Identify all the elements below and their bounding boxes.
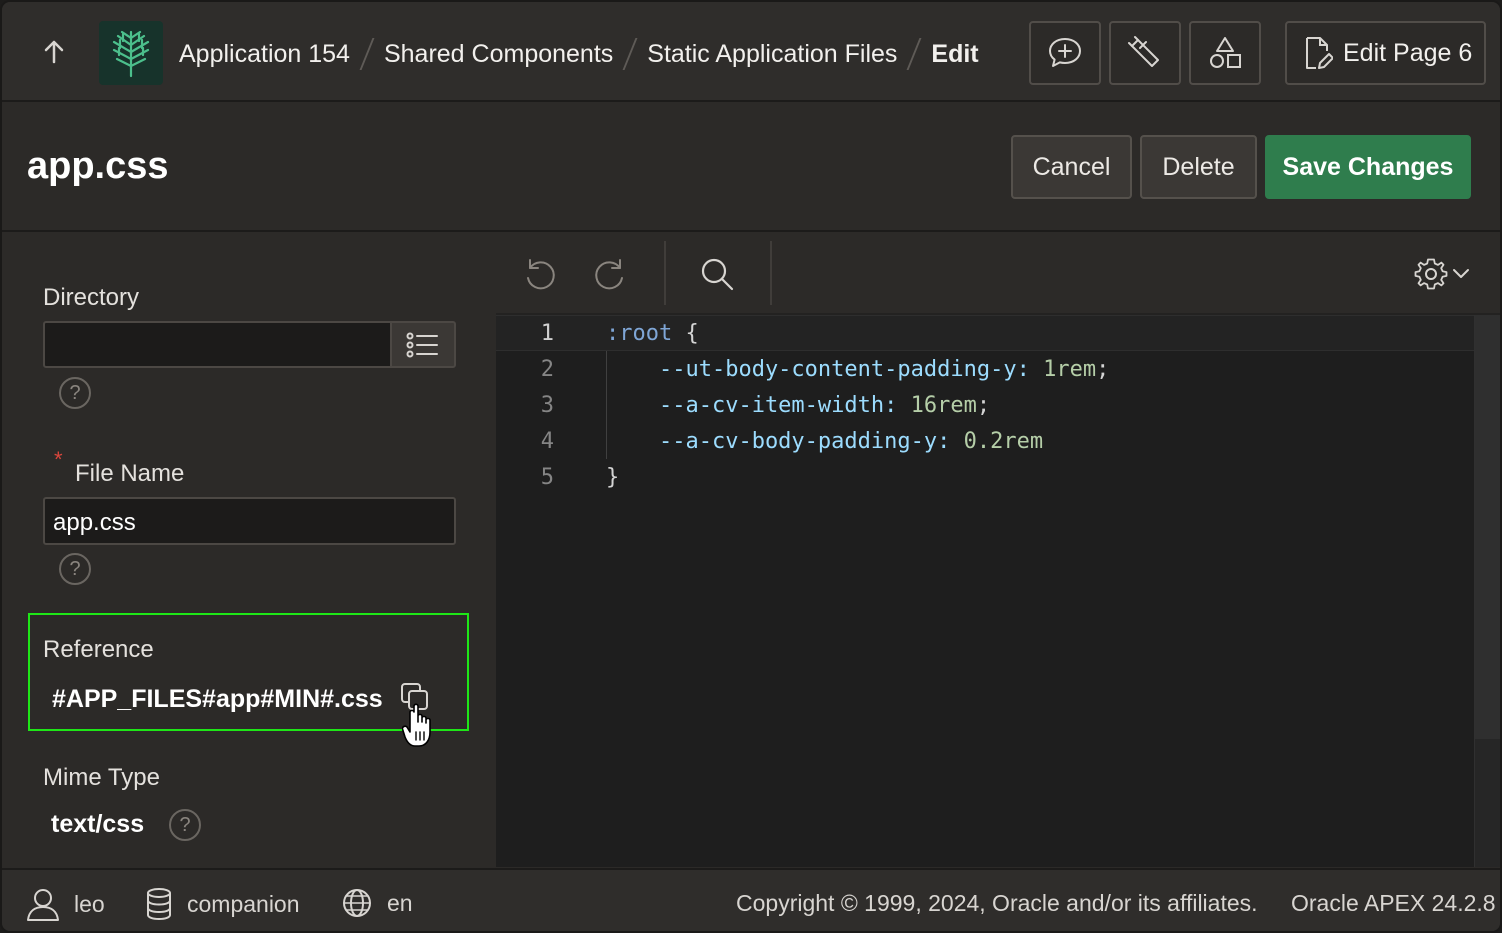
copyright-text: Copyright © 1999, 2024, Oracle and/or it… [736, 890, 1258, 916]
undo-icon [527, 259, 555, 290]
reference-label: Reference [43, 636, 154, 663]
breadcrumb: Application 154 Shared Components Static… [179, 34, 979, 74]
mime-type-value: text/css [51, 810, 145, 838]
line-number: 2 [540, 356, 554, 382]
edit-page-button[interactable]: Edit Page 6 [1285, 21, 1486, 85]
version-text: Oracle APEX 24.2.8 [1291, 890, 1496, 916]
code-token: --a-cv-item-width: [606, 392, 898, 418]
arrow-up-icon [44, 40, 64, 64]
top-navigation-bar: Application 154 Shared Components Static… [2, 2, 1500, 102]
hand-cursor-icon [402, 703, 431, 747]
line-number: 3 [540, 392, 554, 418]
mime-type-help-icon[interactable]: ? [169, 809, 201, 841]
delete-button[interactable]: Delete [1140, 135, 1257, 199]
shared-components-icon [1210, 37, 1241, 68]
code-line[interactable]: 4 --a-cv-body-padding-y: 0.2rem [496, 423, 1474, 459]
code-token: ; [1096, 356, 1110, 382]
footer-language[interactable]: en [341, 887, 413, 919]
editor-toolbar [496, 233, 1500, 315]
find-button[interactable] [692, 251, 742, 297]
code-content-area[interactable]: 1:root {2 --ut-body-content-padding-y: 1… [496, 315, 1500, 867]
directory-help-icon[interactable]: ? [59, 377, 91, 409]
language-code: en [387, 889, 413, 916]
redo-button[interactable] [586, 251, 636, 297]
footer-workspace[interactable]: companion [145, 887, 300, 921]
fern-icon [112, 30, 150, 78]
code-token: ; [976, 392, 991, 418]
add-comment-icon [1049, 38, 1081, 67]
code-text: --ut-body-content-padding-y: 1rem; [606, 357, 1109, 382]
footer-bar: leo companion en Copyright © 1999, 2024,… [2, 868, 1500, 931]
footer-user[interactable]: leo [26, 887, 105, 921]
code-token: --a-cv-body-padding-y: [606, 428, 951, 454]
app-logo[interactable] [99, 21, 163, 85]
database-icon [147, 888, 171, 921]
code-text: --a-cv-body-padding-y: 0.2rem [606, 429, 1043, 454]
file-name-input[interactable]: app.css [43, 497, 456, 545]
file-name-label: File Name [75, 460, 185, 487]
globe-icon [343, 889, 371, 917]
required-indicator: * [54, 447, 63, 472]
breadcrumb-application[interactable]: Application 154 [179, 40, 350, 69]
code-text: --a-cv-item-width: 16rem; [606, 393, 990, 418]
code-editor: 1:root {2 --ut-body-content-padding-y: 1… [496, 233, 1500, 867]
chevron-down-icon [1453, 269, 1469, 278]
breadcrumb-shared-components[interactable]: Shared Components [384, 40, 613, 69]
directory-input[interactable] [43, 321, 392, 368]
toolbar-divider [770, 241, 772, 305]
line-number: 1 [540, 320, 554, 346]
save-changes-button[interactable]: Save Changes [1265, 135, 1471, 199]
add-comment-button[interactable] [1029, 21, 1101, 85]
editor-settings-button[interactable] [1408, 251, 1476, 297]
editor-scrollbar[interactable] [1474, 315, 1500, 867]
clean-tool-icon [1128, 36, 1159, 67]
search-icon [701, 258, 734, 291]
code-token: 1rem [1029, 356, 1097, 382]
workspace-name: companion [187, 890, 300, 917]
reference-value: #APP_FILES#app#MIN#.css [52, 685, 383, 713]
user-icon [27, 889, 59, 921]
code-token: --ut-body-content-padding-y: [606, 356, 1030, 382]
directory-label: Directory [43, 284, 140, 311]
scrollbar-thumb[interactable] [1475, 315, 1500, 739]
code-line[interactable]: 2 --ut-body-content-padding-y: 1rem; [496, 351, 1474, 387]
code-line[interactable]: 5} [496, 459, 1474, 495]
navigate-up-button[interactable] [38, 36, 70, 68]
code-token: 0.2rem [950, 428, 1044, 454]
gear-icon [1414, 258, 1448, 290]
shared-components-button[interactable] [1189, 21, 1261, 85]
breadcrumb-separator [359, 38, 375, 70]
page-title: app.css [27, 145, 169, 187]
file-name-help-icon[interactable]: ? [59, 553, 91, 585]
clean-tool-button[interactable] [1109, 21, 1181, 85]
code-line[interactable]: 3 --a-cv-item-width: 16rem; [496, 387, 1474, 423]
code-text: } [606, 465, 619, 490]
code-token: { [672, 320, 699, 346]
toolbar-divider [664, 241, 666, 305]
code-token: 16rem [897, 392, 977, 418]
code-token: } [606, 464, 620, 490]
undo-button[interactable] [514, 251, 564, 297]
edit-page-label: Edit Page 6 [1343, 38, 1473, 67]
breadcrumb-static-files[interactable]: Static Application Files [647, 40, 897, 69]
page-title-bar: app.css Cancel Delete Save Changes [2, 103, 1500, 232]
edit-page-icon [1306, 37, 1333, 69]
breadcrumb-separator [906, 38, 922, 70]
code-token: :root [606, 320, 673, 346]
code-line[interactable]: 1 :root { [496, 315, 1474, 351]
breadcrumb-separator [622, 38, 638, 70]
redo-icon [595, 259, 623, 290]
apex-window: Application 154 Shared Components Static… [0, 0, 1502, 933]
directory-list-button[interactable] [390, 321, 456, 368]
user-name: leo [74, 890, 105, 917]
line-number: 4 [540, 428, 554, 454]
cancel-button[interactable]: Cancel [1011, 135, 1132, 199]
code-text: :root { [606, 321, 699, 346]
mime-type-label: Mime Type [43, 764, 160, 791]
line-number: 5 [540, 464, 554, 490]
list-icon [406, 332, 438, 357]
breadcrumb-current: Edit [931, 39, 979, 68]
file-properties-panel: Directory ? * File Name app.css ? Refere… [2, 233, 496, 867]
